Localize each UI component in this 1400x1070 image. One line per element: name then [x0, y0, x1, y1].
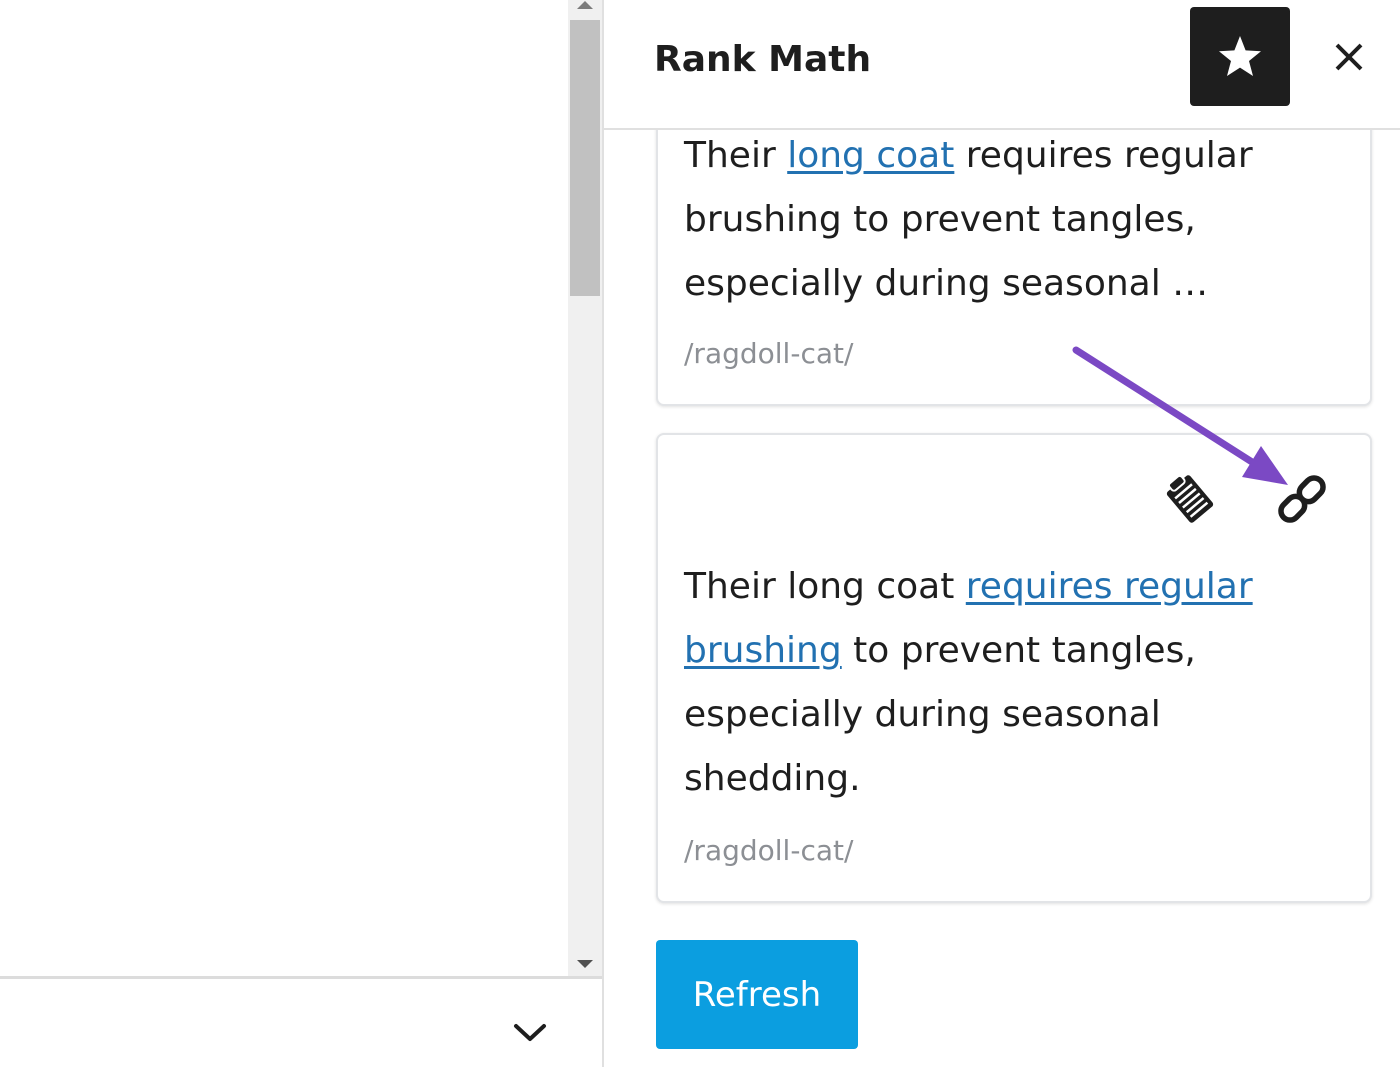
- sidebar-header: Rank Math: [604, 0, 1400, 130]
- chevron-down-icon[interactable]: [508, 1017, 552, 1049]
- editor-area: [0, 0, 602, 1070]
- scroll-up-arrow[interactable]: [568, 0, 602, 14]
- suggestion-text: Their long coat requires regular brushin…: [684, 555, 1324, 811]
- refresh-button[interactable]: Refresh: [656, 940, 858, 1049]
- suggestion-url: /ragdoll-cat/: [684, 337, 854, 370]
- editor-bottom-panel: [0, 976, 602, 1070]
- scroll-down-arrow[interactable]: [568, 954, 602, 972]
- suggestion-link[interactable]: long coat: [787, 135, 954, 176]
- suggestion-text: Their long coat requires regular brushin…: [684, 124, 1324, 316]
- rank-math-sidebar: Their long coat requires regular brushin…: [602, 0, 1400, 1067]
- scroll-thumb[interactable]: [570, 20, 600, 296]
- close-icon[interactable]: [1326, 34, 1372, 80]
- suggestion-text-before: Their: [684, 135, 788, 176]
- star-icon[interactable]: [1190, 7, 1290, 106]
- suggestion-url: /ragdoll-cat/: [684, 834, 854, 867]
- sidebar-title: Rank Math: [654, 39, 872, 80]
- clipboard-icon[interactable]: [1158, 465, 1222, 529]
- link-suggestion-card: Their long coat requires regular brushin…: [656, 90, 1372, 406]
- link-icon[interactable]: [1270, 467, 1334, 531]
- link-suggestion-card: Their long coat requires regular brushin…: [656, 433, 1372, 903]
- suggestion-text-before: Their long coat: [684, 566, 966, 607]
- editor-scrollbar[interactable]: [568, 0, 602, 978]
